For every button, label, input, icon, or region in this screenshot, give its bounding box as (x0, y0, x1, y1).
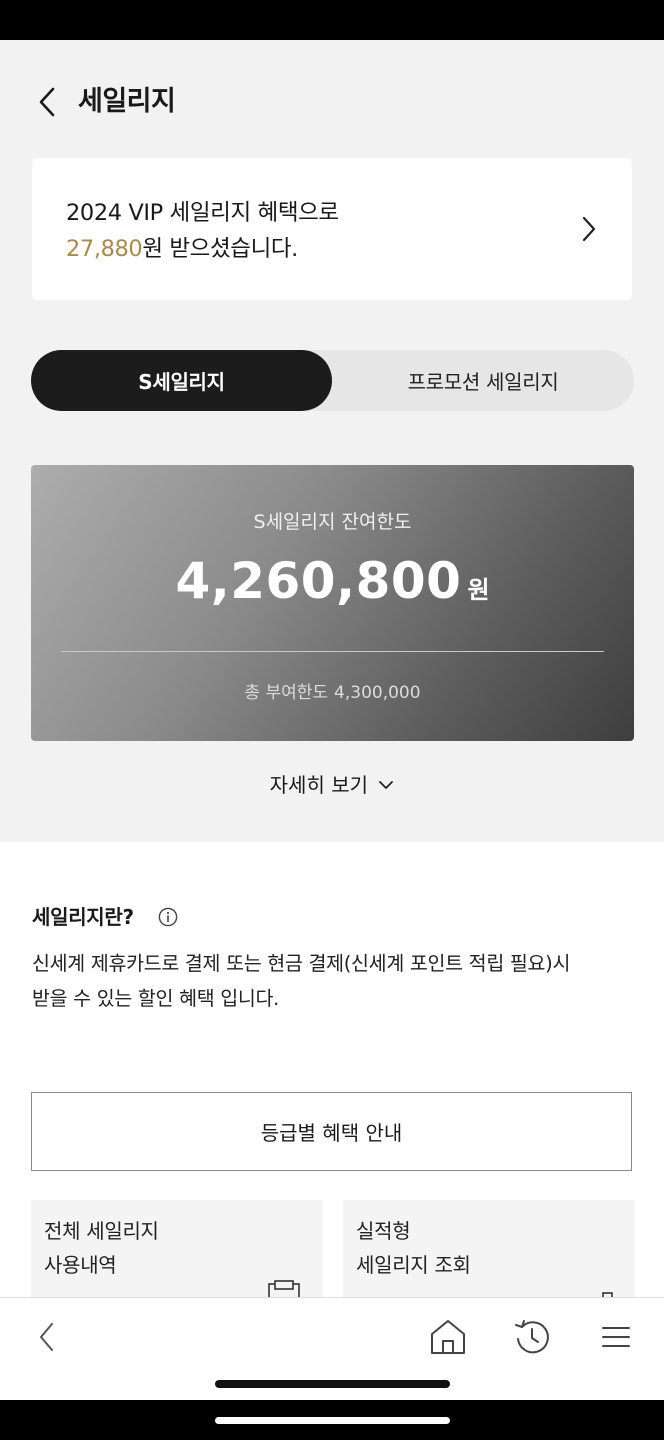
balance-unit: 원 (467, 576, 490, 604)
bottom-navigation (0, 1297, 664, 1400)
info-icon[interactable] (158, 907, 178, 927)
balance-amount: 4,260,800 (175, 552, 462, 610)
info-title: 세일리지란? (32, 905, 134, 929)
divider (61, 651, 604, 652)
home-icon (431, 1320, 465, 1354)
tile-history-line2: 사용내역 (44, 1253, 117, 1277)
vip-benefit-banner[interactable]: 2024 VIP 세일리지 혜택으로 27,880원 받으셨습니다. (32, 158, 632, 300)
nav-recent-button[interactable] (507, 1312, 557, 1362)
balance-card: S세일리지 잔여한도 4,260,800 원 총 부여한도 4,300,000 (31, 465, 634, 741)
vip-banner-line2: 27,880원 받으셨습니다. (66, 234, 298, 264)
info-description: 신세계 제휴카드로 결제 또는 현금 결제(신세계 포인트 적립 필요)시 받을… (32, 952, 571, 1010)
nav-back-button[interactable] (22, 1312, 72, 1362)
home-indicator[interactable] (215, 1380, 450, 1388)
vip-banner-suffix: 원 받으셨습니다. (142, 236, 298, 262)
tab-promotion-sailage[interactable]: 프로모션 세일리지 (332, 350, 634, 411)
tile-history-text: 전체 세일리지 사용내역 (44, 1214, 159, 1282)
view-details-label: 자세히 보기 (269, 773, 368, 797)
tab-s-sailage[interactable]: S세일리지 (31, 350, 332, 411)
grade-benefits-button[interactable]: 등급별 혜택 안내 (31, 1092, 632, 1171)
vip-benefit-amount: 27,880 (66, 236, 143, 262)
menu-icon (602, 1327, 630, 1347)
total-limit: 총 부여한도 4,300,000 (31, 681, 634, 705)
total-limit-value: 4,300,000 (334, 683, 421, 703)
balance-row: 4,260,800 원 (31, 549, 634, 613)
view-details-button[interactable]: 자세히 보기 (0, 770, 664, 800)
vip-banner-line1: 2024 VIP 세일리지 혜택으로 (66, 200, 339, 226)
sailage-type-toggle: S세일리지 프로모션 세일리지 (31, 350, 634, 411)
tile-perf-text: 실적형 세일리지 조회 (356, 1214, 471, 1282)
nav-home-button[interactable] (423, 1312, 473, 1362)
page-title: 세일리지 (78, 86, 176, 117)
chevron-right-icon (582, 216, 596, 246)
chevron-left-icon (39, 87, 55, 117)
total-limit-label: 총 부여한도 (244, 683, 329, 703)
balance-label: S세일리지 잔여한도 (253, 511, 412, 533)
chevron-down-icon (379, 780, 394, 789)
back-icon (40, 1323, 53, 1351)
system-home-indicator[interactable] (215, 1417, 450, 1424)
tile-perf-line1: 실적형 (356, 1219, 411, 1243)
back-button[interactable] (30, 84, 66, 120)
tile-perf-line2: 세일리지 조회 (356, 1253, 471, 1277)
recent-history-icon (515, 1320, 549, 1354)
app-screen: 세일리지 2024 VIP 세일리지 혜택으로 27,880원 받으셨습니다. … (0, 40, 664, 1400)
nav-menu-button[interactable] (591, 1312, 641, 1362)
tile-history-line1: 전체 세일리지 (44, 1219, 159, 1243)
